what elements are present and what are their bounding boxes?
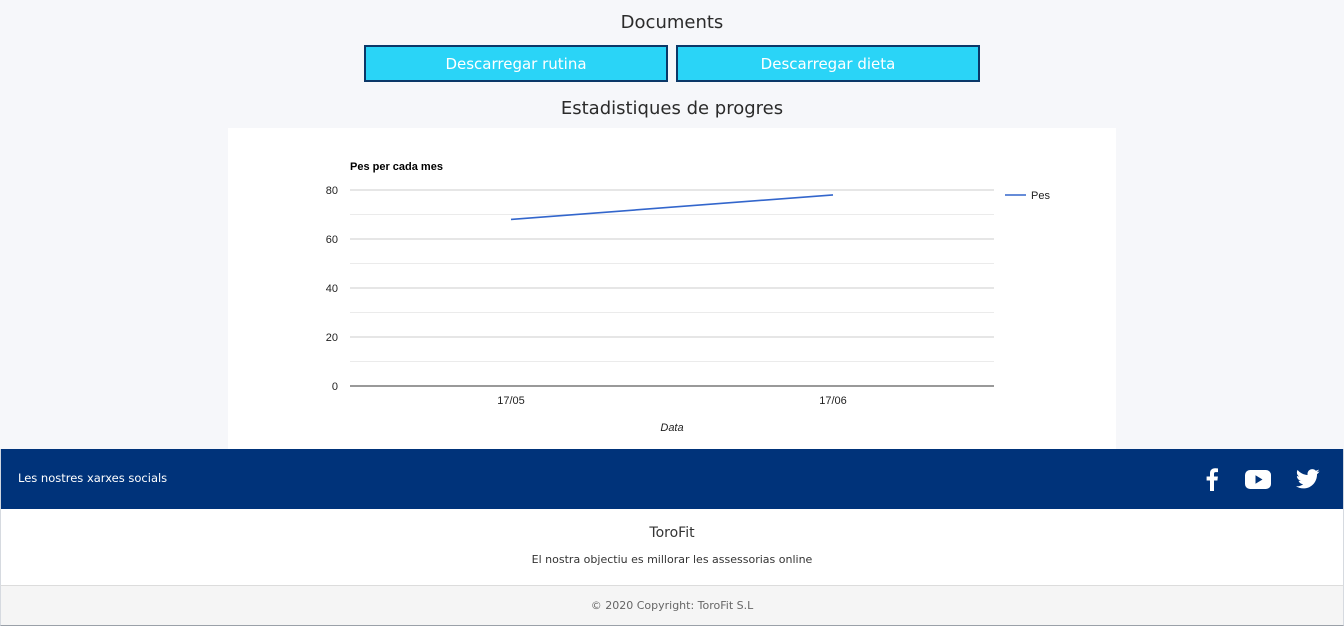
twitter-icon[interactable]: [1293, 464, 1323, 494]
y-tick-label: 80: [326, 185, 338, 197]
documents-title: Documents: [620, 12, 724, 33]
legend-label: Pes: [1031, 190, 1050, 202]
social-footer-bar: Les nostres xarxes socials: [0, 449, 1344, 509]
brand-tagline: El nostra objectiu es millorar les asses…: [531, 553, 813, 566]
x-tick-label: 17/06: [819, 395, 847, 407]
y-tick-label: 0: [332, 381, 338, 393]
brand-section: ToroFit El nostra objectiu es millorar l…: [0, 509, 1344, 585]
download-diet-button[interactable]: Descarregar dieta: [676, 45, 980, 82]
download-routine-button[interactable]: Descarregar rutina: [364, 45, 668, 82]
progress-chart: Pes per cada mes 0 20 40 60 80 17/05 17/06 Data P…: [326, 161, 1051, 434]
x-axis-label: Data: [660, 422, 683, 434]
brand-name: ToroFit: [649, 525, 695, 541]
y-tick-label: 40: [326, 283, 338, 295]
facebook-icon[interactable]: [1197, 464, 1227, 494]
copyright-text: © 2020 Copyright: ToroFit S.L: [590, 599, 754, 612]
youtube-icon[interactable]: [1243, 464, 1273, 494]
progress-chart-card: Pes per cada mes 0 20 40 60 80 17/05 17/06 Data P…: [228, 128, 1116, 449]
chart-title: Pes per cada mes: [350, 161, 443, 173]
series-line-pes: [510, 194, 834, 221]
stats-title: Estadistiques de progres: [560, 98, 784, 119]
y-tick-label: 20: [326, 332, 338, 344]
social-networks-label: Les nostres xarxes socials: [18, 471, 168, 485]
y-tick-label: 60: [326, 234, 338, 246]
x-tick-label: 17/05: [497, 395, 525, 407]
copyright-bar: © 2020 Copyright: ToroFit S.L: [0, 585, 1344, 626]
